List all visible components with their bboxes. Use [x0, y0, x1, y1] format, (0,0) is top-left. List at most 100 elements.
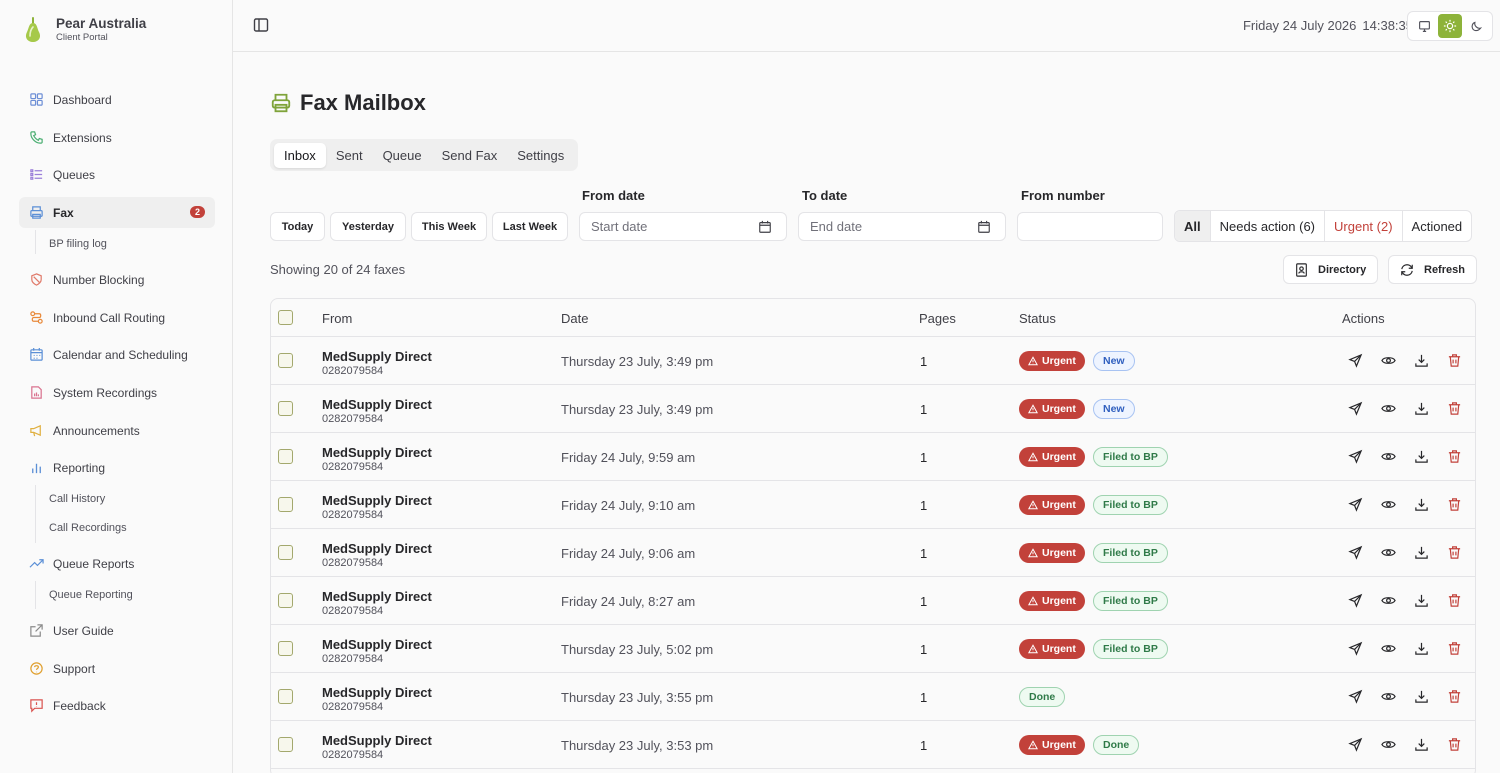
- download-icon[interactable]: [1414, 449, 1429, 464]
- download-icon[interactable]: [1414, 737, 1429, 752]
- yesterday-button[interactable]: Yesterday: [330, 212, 406, 241]
- download-icon[interactable]: [1414, 545, 1429, 560]
- table-row[interactable]: MedSupply Direct 0282079584 Thursday 23 Ju…: [271, 673, 1475, 721]
- last-week-button[interactable]: Last Week: [492, 212, 568, 241]
- sidebar-item-fax[interactable]: Fax 2: [19, 197, 215, 228]
- printer-icon: [271, 93, 291, 113]
- delete-icon[interactable]: [1447, 641, 1462, 656]
- forward-icon[interactable]: [1348, 449, 1363, 464]
- download-icon[interactable]: [1414, 401, 1429, 416]
- tab-settings[interactable]: Settings: [507, 143, 574, 168]
- forward-icon[interactable]: [1348, 593, 1363, 608]
- sidebar-item-extensions[interactable]: Extensions: [19, 122, 215, 153]
- tab-send-fax[interactable]: Send Fax: [432, 143, 508, 168]
- select-all-checkbox[interactable]: [278, 310, 293, 325]
- table-row[interactable]: MedSupply Direct 0282079584 Thursday 23 Ju…: [271, 625, 1475, 673]
- sidebar-item-queue-reports[interactable]: Queue Reports: [19, 548, 215, 579]
- view-icon[interactable]: [1381, 593, 1396, 608]
- sidebar-item-announcements[interactable]: Announcements: [19, 415, 215, 446]
- row-checkbox[interactable]: [278, 353, 293, 368]
- clock: Friday 24 July 2026 14:38:35: [1237, 18, 1413, 33]
- delete-icon[interactable]: [1447, 353, 1462, 368]
- table-row[interactable]: MedSupply Direct 0282079584 Thursday 23 Ju…: [271, 337, 1475, 385]
- sidebar-item-number-blocking[interactable]: Number Blocking: [19, 264, 215, 295]
- download-icon[interactable]: [1414, 593, 1429, 608]
- sidebar-item-calendar[interactable]: Calendar and Scheduling: [19, 339, 215, 370]
- this-week-button[interactable]: This Week: [411, 212, 487, 241]
- forward-icon[interactable]: [1348, 689, 1363, 704]
- table-row[interactable]: MedSupply Direct 0282079584 Thursday 23 Ju…: [271, 385, 1475, 433]
- table-row[interactable]: MedSupply Direct 0282079584 Friday 24 July…: [271, 433, 1475, 481]
- sidebar-item-support[interactable]: Support: [19, 653, 215, 684]
- view-icon[interactable]: [1381, 497, 1396, 512]
- theme-dark-button[interactable]: [1464, 14, 1488, 38]
- table-row[interactable]: MedSupply Direct 0282079584 Friday 24 July…: [271, 577, 1475, 625]
- view-icon[interactable]: [1381, 737, 1396, 752]
- urgent-label: Urgent: [1042, 739, 1076, 751]
- tab-inbox[interactable]: Inbox: [274, 142, 326, 168]
- delete-icon[interactable]: [1447, 449, 1462, 464]
- table-row[interactable]: MedSupply Direct 0282079584 Friday 24 July…: [271, 481, 1475, 529]
- download-icon[interactable]: [1414, 641, 1429, 656]
- view-icon[interactable]: [1381, 449, 1396, 464]
- download-icon[interactable]: [1414, 497, 1429, 512]
- row-checkbox[interactable]: [278, 689, 293, 704]
- row-checkbox[interactable]: [278, 593, 293, 608]
- delete-icon[interactable]: [1447, 401, 1462, 416]
- forward-icon[interactable]: [1348, 497, 1363, 512]
- view-icon[interactable]: [1381, 641, 1396, 656]
- to-date-input[interactable]: End date: [798, 212, 1006, 241]
- view-icon[interactable]: [1381, 401, 1396, 416]
- forward-icon[interactable]: [1348, 353, 1363, 368]
- sidebar-subitem-call-recordings[interactable]: Call Recordings: [49, 518, 127, 538]
- sidebar-item-reporting[interactable]: Reporting: [19, 452, 215, 483]
- row-checkbox[interactable]: [278, 641, 293, 656]
- filter-urgent[interactable]: Urgent (2): [1324, 211, 1402, 241]
- sidebar-subitem-queue-reporting[interactable]: Queue Reporting: [49, 585, 133, 605]
- delete-icon[interactable]: [1447, 545, 1462, 560]
- from-number-input[interactable]: [1017, 212, 1163, 241]
- row-checkbox[interactable]: [278, 401, 293, 416]
- sidebar-item-dashboard[interactable]: Dashboard: [19, 84, 215, 115]
- theme-system-button[interactable]: [1412, 14, 1436, 38]
- sidebar-item-queues[interactable]: Queues: [19, 159, 215, 190]
- download-icon[interactable]: [1414, 689, 1429, 704]
- view-icon[interactable]: [1381, 689, 1396, 704]
- table-row[interactable]: MedSupply Direct 0282079584 Thursday 23 Ju…: [271, 721, 1475, 769]
- sidebar-item-system-recordings[interactable]: System Recordings: [19, 377, 215, 408]
- sidebar-item-feedback[interactable]: Feedback: [19, 690, 215, 721]
- filter-all[interactable]: All: [1175, 211, 1210, 241]
- row-checkbox[interactable]: [278, 449, 293, 464]
- sidebar-subitem-bp-filing-log[interactable]: BP filing log: [49, 234, 107, 254]
- delete-icon[interactable]: [1447, 737, 1462, 752]
- row-checkbox[interactable]: [278, 737, 293, 752]
- sidebar-item-user-guide[interactable]: User Guide: [19, 615, 215, 646]
- brand[interactable]: Pear Australia Client Portal: [22, 16, 146, 44]
- filter-needs-action[interactable]: Needs action (6): [1209, 211, 1324, 241]
- tab-sent[interactable]: Sent: [326, 143, 373, 168]
- directory-button[interactable]: Directory: [1283, 255, 1379, 284]
- table-row[interactable]: MedSupply Direct 0282079584 Friday 24 July…: [271, 529, 1475, 577]
- forward-icon[interactable]: [1348, 737, 1363, 752]
- filter-actioned[interactable]: Actioned: [1401, 211, 1472, 241]
- forward-icon[interactable]: [1348, 545, 1363, 560]
- sidebar-subitem-call-history[interactable]: Call History: [49, 489, 105, 509]
- row-checkbox[interactable]: [278, 497, 293, 512]
- row-checkbox[interactable]: [278, 545, 293, 560]
- delete-icon[interactable]: [1447, 593, 1462, 608]
- sidebar-item-inbound-call-routing[interactable]: Inbound Call Routing: [19, 302, 215, 333]
- tab-queue[interactable]: Queue: [373, 143, 432, 168]
- delete-icon[interactable]: [1447, 497, 1462, 512]
- download-icon[interactable]: [1414, 353, 1429, 368]
- view-icon[interactable]: [1381, 353, 1396, 368]
- theme-light-button[interactable]: [1438, 14, 1462, 38]
- sidebar-toggle-icon[interactable]: [253, 17, 269, 33]
- urgent-badge: Urgent: [1019, 399, 1085, 419]
- today-button[interactable]: Today: [270, 212, 325, 241]
- from-date-input[interactable]: Start date: [579, 212, 787, 241]
- forward-icon[interactable]: [1348, 641, 1363, 656]
- view-icon[interactable]: [1381, 545, 1396, 560]
- forward-icon[interactable]: [1348, 401, 1363, 416]
- refresh-button[interactable]: Refresh: [1388, 255, 1477, 284]
- delete-icon[interactable]: [1447, 689, 1462, 704]
